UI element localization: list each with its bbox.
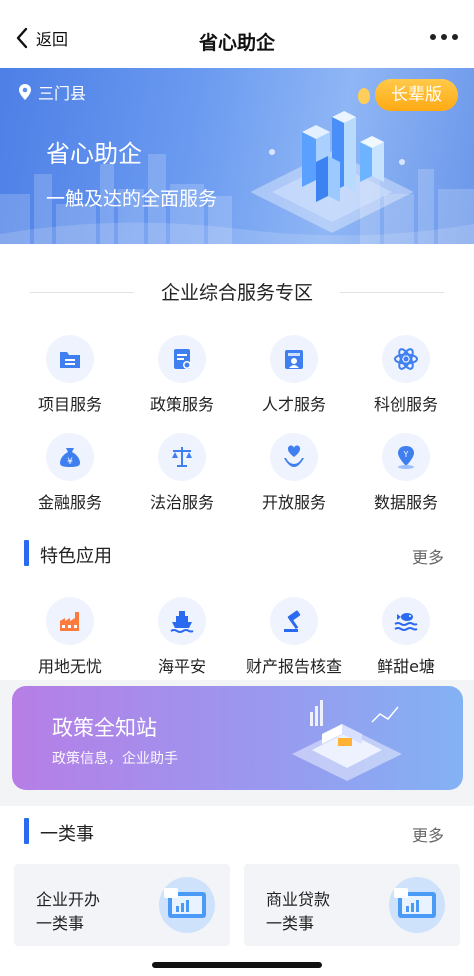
category-heading: 一类事 <box>40 824 94 845</box>
banner-title: 省心助企 <box>46 140 142 168</box>
service-data[interactable]: Y 数据服务 <box>350 433 462 513</box>
service-law-label: 法治服务 <box>149 493 214 512</box>
folder-icon <box>60 352 80 368</box>
policy-banner-title: 政策全知站 <box>52 716 157 740</box>
card-line1: 企业开办 <box>36 890 101 909</box>
money-bag-icon: ¥ <box>60 448 80 467</box>
app-land[interactable]: 用地无忧 <box>14 597 126 677</box>
services-row-1: 项目服务 政策服务 人才服务 科创服务 <box>0 335 474 415</box>
services-heading-label: 企业综合服务专区 <box>160 282 313 304</box>
featured-heading-row: 特色应用 更多 <box>0 538 474 568</box>
card-line2: 一类事 <box>266 914 315 933</box>
id-card-icon <box>285 350 303 369</box>
card-line2: 一类事 <box>36 914 85 933</box>
policy-doc-icon <box>174 349 191 369</box>
services-row-2: ¥ 金融服务 法治服务 开放服务 Y 数据服务 <box>0 433 474 513</box>
category-card-business-loan[interactable]: 商业贷款 一类事 <box>244 864 460 946</box>
section-accent-bar <box>24 818 29 844</box>
service-talent-label: 人才服务 <box>261 395 326 414</box>
services-heading: 企业综合服务专区 <box>0 278 474 305</box>
service-policy[interactable]: 政策服务 <box>126 335 238 415</box>
heart-hands-icon <box>284 445 304 467</box>
service-innovation[interactable]: 科创服务 <box>350 335 462 415</box>
service-law[interactable]: 法治服务 <box>126 433 238 513</box>
banner-subtitle: 一触及达的全面服务 <box>46 188 218 210</box>
dashboard-screen-icon <box>159 877 215 933</box>
featured-apps-row: 用地无忧 海平安 财产报告核查 鲜甜e塘 <box>0 597 474 677</box>
dashboard-screen-icon <box>389 877 445 933</box>
service-data-label: 数据服务 <box>373 493 438 512</box>
svg-text:Y: Y <box>403 450 409 459</box>
fish-wave-icon <box>394 613 418 631</box>
service-project-label: 项目服务 <box>37 395 102 414</box>
home-indicator[interactable] <box>152 962 322 968</box>
service-open-label: 开放服务 <box>261 493 326 512</box>
location-selector[interactable]: 三门县 <box>18 80 86 104</box>
location-pin-icon <box>19 84 31 100</box>
service-innovation-label: 科创服务 <box>373 395 438 414</box>
category-more-link[interactable]: 更多 <box>412 822 444 846</box>
gavel-icon <box>284 610 301 632</box>
hero-banner: 三门县 长辈版 省心助企 一触及达的全面服务 <box>0 68 474 244</box>
scales-icon <box>172 447 192 467</box>
app-property-report[interactable]: 财产报告核查 <box>238 597 350 677</box>
category-heading-row: 一类事 更多 <box>0 816 474 846</box>
location-label: 三门县 <box>38 84 87 103</box>
service-project[interactable]: 项目服务 <box>14 335 126 415</box>
app-sea-safety[interactable]: 海平安 <box>126 597 238 677</box>
page-title: 省心助企 <box>198 32 275 54</box>
data-pin-icon: Y <box>398 446 414 469</box>
isometric-buildings-illustration <box>250 111 414 233</box>
app-property-report-label: 财产报告核查 <box>245 657 342 676</box>
app-fresh-pond-label: 鲜甜e塘 <box>377 657 435 676</box>
service-talent[interactable]: 人才服务 <box>238 335 350 415</box>
ship-icon <box>170 611 194 633</box>
featured-heading: 特色应用 <box>40 546 112 567</box>
app-sea-safety-label: 海平安 <box>157 657 206 676</box>
factory-icon <box>60 612 79 631</box>
service-open[interactable]: 开放服务 <box>238 433 350 513</box>
card-line1: 商业贷款 <box>266 890 331 909</box>
category-card-business-open[interactable]: 企业开办 一类事 <box>14 864 230 946</box>
service-finance[interactable]: ¥ 金融服务 <box>14 433 126 513</box>
policy-platform-illustration <box>292 700 402 781</box>
more-menu-button[interactable] <box>430 34 458 40</box>
policy-banner-subtitle: 政策信息，企业助手 <box>52 751 178 767</box>
service-finance-label: 金融服务 <box>37 493 102 512</box>
section-accent-bar <box>24 540 29 566</box>
svg-text:¥: ¥ <box>67 457 73 467</box>
service-policy-label: 政策服务 <box>149 395 214 414</box>
featured-more-link[interactable]: 更多 <box>412 544 444 568</box>
policy-banner[interactable]: 政策全知站 政策信息，企业助手 <box>12 686 463 790</box>
app-fresh-pond[interactable]: 鲜甜e塘 <box>350 597 462 677</box>
app-land-label: 用地无忧 <box>37 657 102 676</box>
atom-icon <box>394 348 418 370</box>
top-bar: 返回 省心助企 <box>0 0 474 68</box>
